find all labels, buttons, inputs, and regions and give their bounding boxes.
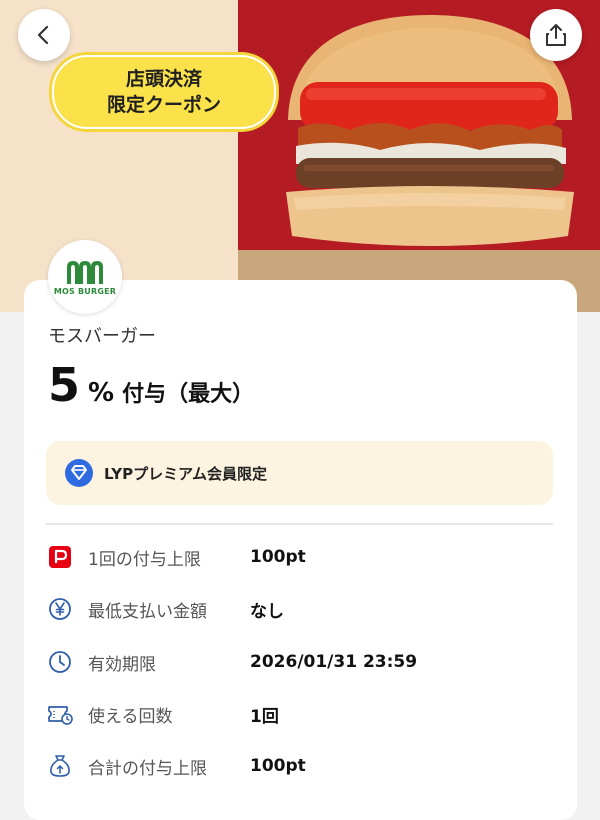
detail-label: 有効期限 xyxy=(88,654,156,675)
shop-name: モスバーガー xyxy=(48,326,156,347)
badge-line-1: 店頭決済 xyxy=(125,68,202,90)
money-bag-icon xyxy=(46,752,74,780)
detail-row-max-points: 1回の付与上限 100pt xyxy=(46,542,553,572)
detail-label: 1回の付与上限 xyxy=(88,549,201,570)
section-divider xyxy=(46,523,553,525)
ticket-icon xyxy=(46,700,74,728)
yen-icon xyxy=(46,595,74,623)
store-payment-coupon-badge: 店頭決済 限定クーポン xyxy=(52,55,276,129)
discount-text: 付与（最大） xyxy=(122,382,255,407)
mos-burger-logo: MOS BURGER xyxy=(48,240,122,314)
detail-label: 使える回数 xyxy=(88,706,173,727)
detail-value: 2026/01/31 23:59 xyxy=(250,652,418,672)
detail-label: 合計の付与上限 xyxy=(88,758,207,779)
discount-unit: % xyxy=(88,378,115,408)
detail-row-expiry: 有効期限 2026/01/31 23:59 xyxy=(46,647,553,677)
paypay-icon xyxy=(46,543,74,571)
detail-row-total-limit: 合計の付与上限 100pt xyxy=(46,751,553,781)
share-icon xyxy=(546,24,566,46)
detail-value: 100pt xyxy=(250,756,306,776)
premium-member-banner: LYPプレミアム会員限定 xyxy=(46,441,553,505)
logo-text: MOS BURGER xyxy=(53,286,117,296)
chevron-left-icon xyxy=(37,25,49,45)
premium-label: LYPプレミアム会員限定 xyxy=(104,464,268,483)
detail-row-min-payment: 最低支払い金額 なし xyxy=(46,594,553,624)
badge-line-2: 限定クーポン xyxy=(106,94,221,116)
mos-logo-mark-icon xyxy=(67,260,103,284)
detail-value: なし xyxy=(250,601,284,622)
lyp-premium-icon xyxy=(64,458,94,488)
share-button[interactable] xyxy=(530,9,582,61)
back-button[interactable] xyxy=(18,9,70,61)
clock-icon xyxy=(46,648,74,676)
detail-label: 最低支払い金額 xyxy=(88,601,207,622)
discount-rate: 5 % 付与（最大） xyxy=(48,360,254,410)
discount-number: 5 xyxy=(48,358,81,412)
detail-row-usage-count: 使える回数 1回 xyxy=(46,699,553,729)
detail-value: 100pt xyxy=(250,547,306,567)
detail-value: 1回 xyxy=(250,706,279,727)
